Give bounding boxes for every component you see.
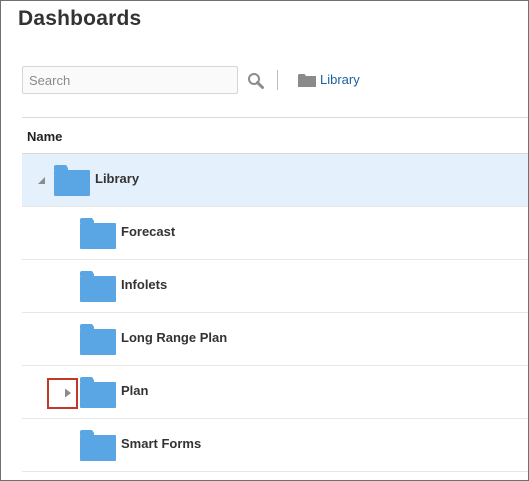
tree-row-label: Infolets bbox=[121, 277, 168, 292]
search-button[interactable] bbox=[246, 71, 266, 91]
tree-row-long-range-plan[interactable]: Long Range Plan bbox=[22, 313, 528, 366]
tree-row-smart-forms[interactable]: Smart Forms bbox=[22, 419, 528, 472]
tree-row-forecast[interactable]: Forecast bbox=[22, 207, 528, 260]
breadcrumb-label: Library bbox=[320, 72, 360, 87]
collapse-triangle-icon[interactable] bbox=[36, 175, 48, 187]
tree-row-infolets[interactable]: Infolets bbox=[22, 260, 528, 313]
search-icon bbox=[248, 73, 264, 89]
callout-highlight-box bbox=[47, 378, 78, 409]
column-header-name[interactable]: Name bbox=[27, 129, 62, 144]
folder-icon bbox=[54, 165, 90, 196]
tree-row-label: Smart Forms bbox=[121, 436, 202, 451]
dashboards-panel: Dashboards Library Name Library bbox=[0, 0, 529, 481]
tree-row-library[interactable]: Library bbox=[22, 154, 528, 207]
tree-row-label: Long Range Plan bbox=[121, 330, 228, 345]
divider bbox=[22, 117, 528, 118]
folder-icon bbox=[80, 218, 116, 249]
tree-row-label: Forecast bbox=[121, 224, 176, 239]
search-input[interactable] bbox=[23, 67, 235, 93]
folder-icon bbox=[298, 73, 316, 87]
folder-icon bbox=[80, 377, 116, 408]
breadcrumb-library[interactable]: Library bbox=[298, 72, 360, 87]
folder-icon bbox=[80, 271, 116, 302]
tree-row-label: Library bbox=[95, 171, 140, 186]
page-title: Dashboards bbox=[18, 7, 142, 30]
search-field[interactable] bbox=[22, 66, 238, 94]
tree-row-label: Plan bbox=[121, 383, 149, 398]
toolbar-divider bbox=[277, 70, 278, 90]
tree-row-plan[interactable]: Plan bbox=[22, 366, 528, 419]
folder-icon bbox=[80, 324, 116, 355]
folder-icon bbox=[80, 430, 116, 461]
